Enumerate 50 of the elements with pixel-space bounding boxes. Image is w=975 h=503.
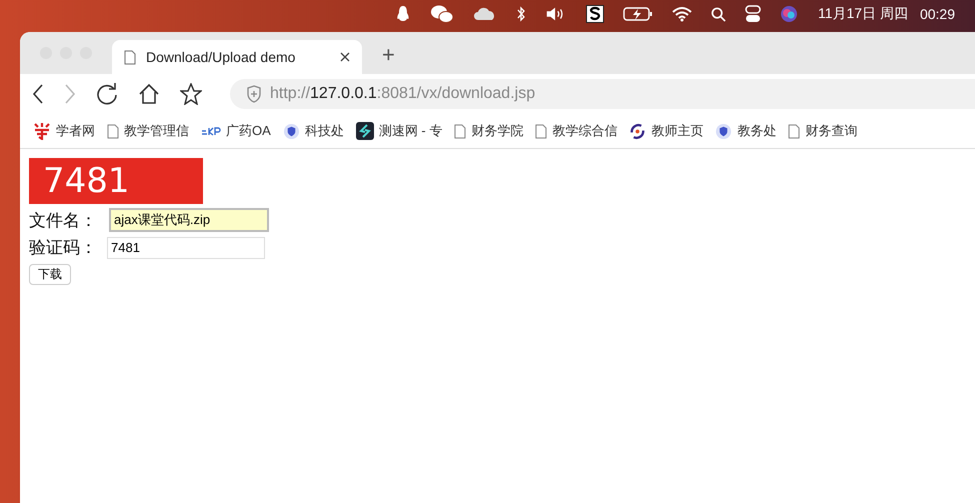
bookmark[interactable]: 财务查询 [788, 122, 858, 140]
input-field[interactable]: ajax课堂代码.zip [109, 208, 269, 232]
bookmark[interactable]: 广药OA [201, 122, 271, 140]
chat-bubbles-icon[interactable] [430, 4, 454, 24]
new-tab-button[interactable]: + [382, 42, 395, 68]
close-icon[interactable] [340, 52, 350, 62]
badge-icon [715, 122, 732, 140]
orb-icon[interactable] [780, 5, 798, 23]
page-icon [107, 124, 119, 138]
cloud-icon[interactable] [472, 7, 497, 21]
bookmark[interactable]: 财务学院 [454, 122, 524, 140]
search-icon[interactable] [710, 6, 726, 22]
field-label: 验证码： [29, 237, 98, 259]
field-label: 文件名： [29, 210, 98, 232]
bookmark[interactable]: 测速网 - 专 [356, 122, 442, 140]
character-logo-icon [33, 122, 51, 140]
bluetooth-icon[interactable] [516, 6, 526, 22]
swirl-logo-icon [629, 122, 646, 140]
home-icon[interactable] [138, 83, 160, 105]
bookmark[interactable]: 教学综合信 [535, 122, 618, 140]
captcha-image: 7481 [29, 158, 203, 204]
page-icon [454, 124, 466, 138]
bookmark[interactable]: 学者网 [33, 122, 95, 140]
bookmark[interactable]: 教学管理信 [107, 122, 189, 140]
ekp-logo-icon [201, 126, 221, 136]
browser-tab[interactable]: Download/Upload demo [112, 40, 362, 74]
penguin-icon[interactable] [394, 5, 411, 23]
star-icon[interactable] [180, 83, 202, 105]
bookmark[interactable]: 科技处 [282, 122, 344, 140]
page-icon [788, 124, 800, 138]
menu-bar-clock: 00:29 [920, 6, 955, 22]
toggles-icon[interactable] [744, 5, 761, 23]
url-text: http://127.0.0.1:8081/vx/download.jsp [270, 85, 536, 103]
battery-charging-icon[interactable] [622, 7, 653, 21]
bookmark[interactable]: 教师主页 [629, 122, 704, 140]
bookmark[interactable]: 教务处 [715, 122, 776, 140]
wifi-icon[interactable] [672, 6, 692, 22]
back-icon[interactable] [32, 84, 44, 104]
app-s-icon[interactable] [586, 5, 604, 23]
shield-icon [246, 85, 262, 103]
page-icon [535, 124, 548, 138]
address-bar[interactable]: http://127.0.0.1:8081/vx/download.jsp [230, 79, 975, 109]
tab-title: Download/Upload demo [146, 49, 296, 65]
download-button[interactable]: 下载 [29, 264, 71, 285]
badge-icon [282, 122, 300, 140]
reload-icon[interactable] [96, 83, 118, 105]
menu-bar-date: 11月17日 周四 [818, 5, 908, 23]
speed-logo-icon [356, 122, 374, 140]
input-field[interactable]: 7481 [107, 236, 265, 258]
page-icon [124, 50, 136, 64]
